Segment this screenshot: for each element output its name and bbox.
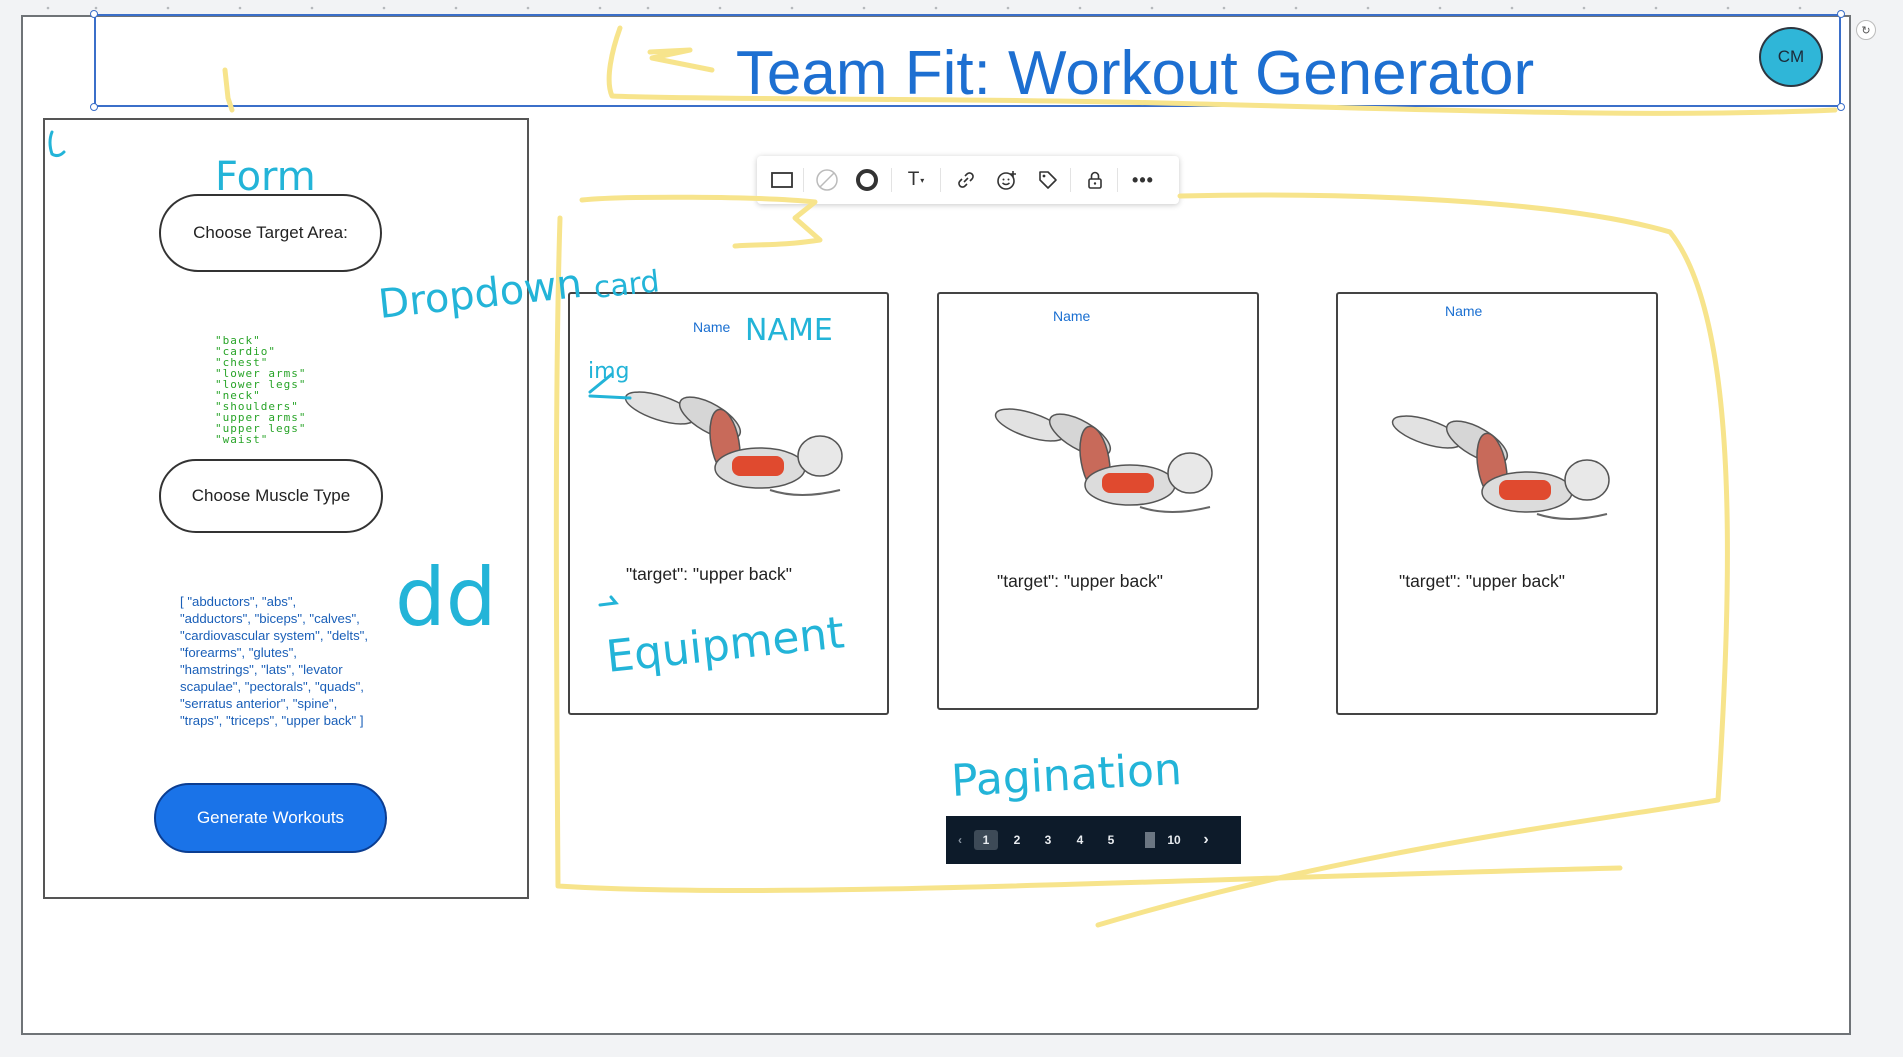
exercise-figure-part: [769, 489, 841, 496]
pagination-page-2[interactable]: 2: [1005, 830, 1029, 850]
muscle-list-line: [ "abductors", "abs",: [180, 594, 297, 609]
muscle-list-line: "forearms", "glutes",: [180, 645, 297, 660]
resize-handle-bottom-left[interactable]: [90, 103, 98, 111]
rectangle-icon[interactable]: [768, 166, 796, 194]
page-title: Team Fit: Workout Generator: [735, 39, 1535, 108]
target-area-options-list: "back" "cardio" "chest" "lower arms" "lower …: [215, 335, 306, 445]
exercise-figure-part: [797, 435, 843, 477]
card-2-exercise-image: [994, 408, 1213, 513]
muscle-type-options-list: [ "abductors", "abs", "adductors", "bicep…: [180, 593, 395, 729]
muscle-list-line: "traps", "triceps", "upper back" ]: [180, 713, 364, 728]
user-avatar[interactable]: CM: [1759, 27, 1823, 87]
card-2-target: "target": "upper back": [997, 571, 1163, 591]
muscle-list-line: "serratus anterior", "spine",: [180, 696, 338, 711]
card-1-target: "target": "upper back": [626, 564, 792, 584]
resize-handle-bottom-right[interactable]: [1837, 103, 1845, 111]
choose-muscle-type-button[interactable]: Choose Muscle Type: [159, 459, 383, 533]
text-tool-label: T: [907, 169, 920, 190]
target-option: "waist": [215, 433, 269, 446]
pagination-page-last[interactable]: 10: [1162, 830, 1186, 850]
resize-handle-top-left[interactable]: [90, 10, 98, 18]
card-1-name: Name: [693, 319, 731, 335]
exercise-figure-part: [1499, 480, 1551, 500]
card-3-exercise-image: [1391, 415, 1610, 520]
muscle-list-line: scapulae", "pectorals", "quads",: [180, 679, 364, 694]
card-1-exercise-image: [624, 391, 843, 496]
text-size-icon[interactable]: T ▾: [902, 166, 930, 194]
link-icon[interactable]: [952, 166, 980, 194]
pagination-ellipsis: [1145, 832, 1155, 848]
no-fill-icon[interactable]: [813, 166, 841, 194]
choose-target-area-button[interactable]: Choose Target Area:: [159, 194, 382, 272]
exercise-figure-part: [1167, 452, 1213, 494]
exercise-figure-part: [1564, 459, 1610, 501]
pagination-page-3[interactable]: 3: [1036, 830, 1060, 850]
resize-handle-top-right[interactable]: [1837, 10, 1845, 18]
card-3-name: Name: [1445, 303, 1483, 319]
exercise-figure-part: [1102, 473, 1154, 493]
pagination-page-5[interactable]: 5: [1099, 830, 1123, 850]
pagination-page-4[interactable]: 4: [1068, 830, 1092, 850]
card-2-name: Name: [1053, 308, 1091, 324]
muscle-list-line: "adductors", "biceps", "calves",: [180, 611, 360, 626]
generate-workouts-button[interactable]: Generate Workouts: [154, 783, 387, 853]
exercise-figure-part: [1536, 513, 1608, 520]
rotate-handle-icon[interactable]: ↻: [1856, 20, 1876, 40]
muscle-list-line: "cardiovascular system", "delts",: [180, 628, 369, 643]
pagination-prev-button[interactable]: ‹: [948, 830, 972, 850]
add-reaction-icon[interactable]: [993, 166, 1021, 194]
card-3-target: "target": "upper back": [1399, 571, 1565, 591]
tag-icon[interactable]: [1034, 166, 1062, 194]
canvas-dot-grid: [46, 6, 1802, 10]
pagination-page-1[interactable]: 1: [974, 830, 998, 850]
exercise-figure-part: [1139, 506, 1211, 513]
more-icon[interactable]: •••: [1129, 166, 1157, 194]
pagination-next-button[interactable]: ›: [1194, 830, 1218, 850]
lock-icon[interactable]: [1081, 166, 1109, 194]
exercise-figure-part: [732, 456, 784, 476]
pagination: ‹ 1 2 3 4 5 10 ›: [946, 816, 1241, 864]
muscle-list-line: "hamstrings", "lats", "levator: [180, 662, 343, 677]
stroke-icon[interactable]: [853, 166, 881, 194]
shape-toolbar: T ▾ •••: [757, 156, 1179, 204]
